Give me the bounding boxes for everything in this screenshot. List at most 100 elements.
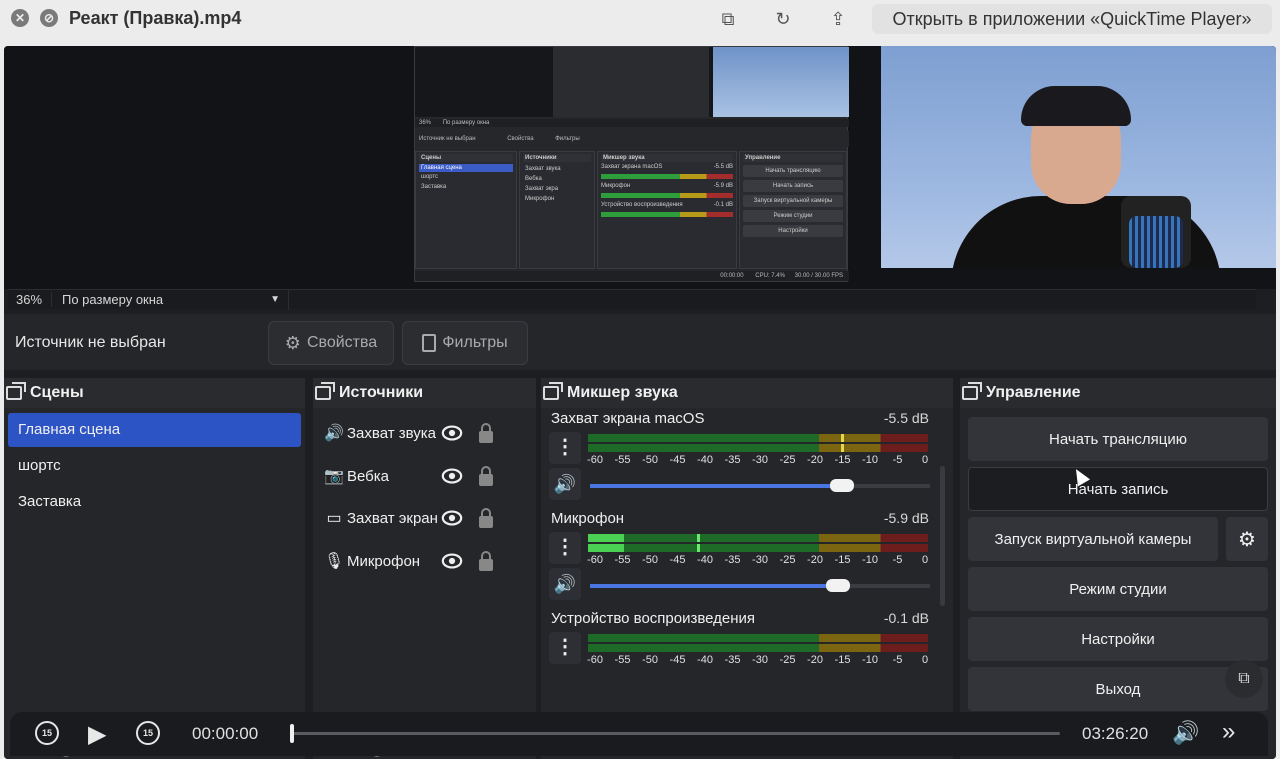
- progress-thumb[interactable]: [290, 724, 294, 743]
- tick-label: -30: [752, 554, 768, 566]
- volume-icon[interactable]: 🔊: [1172, 720, 1199, 746]
- eye-icon[interactable]: [441, 466, 463, 486]
- trim-icon[interactable]: ⧉: [714, 8, 742, 30]
- channel-menu-button[interactable]: ⋮: [549, 532, 581, 564]
- nested-mixer-name: Микрофон: [601, 183, 631, 189]
- channel-menu-button[interactable]: ⋮: [549, 432, 581, 464]
- nested-control-button: Настройки: [743, 225, 843, 237]
- lock-icon[interactable]: [478, 550, 494, 572]
- start-streaming-button[interactable]: Начать трансляцию: [968, 417, 1268, 461]
- nested-properties-button: Свойства: [507, 136, 534, 142]
- source-toolbar: Источник не выбран ⚙ Свойства Фильтры: [4, 314, 1276, 370]
- nested-source-item: Микрофон: [525, 196, 555, 202]
- nested-meter: [601, 174, 733, 179]
- zoom-bar: 36% По размеру окна ▼: [8, 289, 1256, 310]
- tick-label: -5: [892, 654, 903, 666]
- channel-menu-button[interactable]: ⋮: [549, 632, 581, 664]
- virtual-camera-settings-button[interactable]: ⚙: [1226, 517, 1268, 561]
- tick-label: -25: [779, 554, 796, 566]
- zoom-mode-select[interactable]: По размеру окна ▼: [52, 289, 289, 310]
- lock-icon[interactable]: [478, 507, 494, 529]
- skip-forward-icon[interactable]: 15: [136, 721, 160, 745]
- scenes-title: Сцены: [30, 384, 84, 401]
- meter-ticks: -60 -55 -50 -45 -40 -35 -30 -25 -20 -15 -10 -5 0: [585, 454, 935, 468]
- tick-label: -50: [642, 654, 658, 666]
- tick-label: 0: [921, 554, 929, 566]
- channel-db: -5.5 dB: [883, 410, 929, 426]
- nested-mixer-db: -5.5 dB: [713, 164, 733, 170]
- live-text-icon[interactable]: ⧉: [1225, 660, 1263, 698]
- meter-fill: [588, 534, 624, 542]
- source-item-webcam[interactable]: 📷 Вебка: [323, 461, 533, 491]
- nested-source-item: Захват звука: [525, 166, 561, 172]
- sources-header: Источники: [313, 378, 536, 408]
- properties-button[interactable]: ⚙ Свойства: [268, 321, 394, 365]
- progress-track[interactable]: [292, 732, 1060, 735]
- tick-label: 0: [921, 454, 929, 466]
- nested-source-item: Вебка: [525, 176, 542, 182]
- source-name: Микрофон: [347, 552, 421, 570]
- monitor-icon: ▭: [326, 510, 342, 527]
- slider-fill: [590, 584, 839, 588]
- tick-label: -60: [587, 554, 603, 566]
- speaker-icon: 🔊: [324, 425, 344, 442]
- lock-icon[interactable]: [478, 465, 494, 487]
- settings-button[interactable]: Настройки: [968, 617, 1268, 661]
- start-virtual-camera-button[interactable]: Запуск виртуальной камеры: [968, 517, 1218, 561]
- tick-label: -40: [697, 454, 713, 466]
- nested-control-button: Режим студии: [743, 210, 843, 222]
- scene-item-main[interactable]: Главная сцена: [8, 413, 301, 447]
- tick-label: -15: [834, 454, 851, 466]
- microphone-glow: [1129, 216, 1183, 268]
- nested-sources-header: Источники: [523, 154, 591, 162]
- volume-slider[interactable]: [590, 479, 930, 492]
- source-item-screen[interactable]: ▭ Захват экрана: [323, 503, 533, 533]
- nested-mixer-db: -5.9 dB: [713, 183, 733, 189]
- level-meter: [588, 644, 928, 652]
- no-entry-icon[interactable]: ⊘: [40, 9, 58, 27]
- share-icon[interactable]: ⇪: [827, 8, 849, 30]
- eye-icon[interactable]: [441, 423, 463, 443]
- speaker-icon[interactable]: 🔊: [549, 568, 581, 600]
- mixer-scrollbar[interactable]: [940, 466, 945, 606]
- source-name: Захват звука: [347, 424, 437, 442]
- close-icon[interactable]: ✕: [11, 9, 29, 27]
- source-item-audio[interactable]: 🔊 Захват звука: [323, 418, 533, 448]
- nested-scene-item: шортс: [421, 174, 439, 180]
- open-in-quicktime-button[interactable]: Открыть в приложении «QuickTime Player»: [872, 4, 1272, 34]
- nested-mixer-name: Захват экрана macOS: [601, 164, 663, 170]
- speaker-icon[interactable]: 🔊: [549, 468, 581, 500]
- camera-icon: 📷: [324, 468, 344, 485]
- slider-knob[interactable]: [829, 479, 854, 492]
- scene-item-intro[interactable]: Заставка: [8, 485, 301, 519]
- dock-window-icon: [6, 382, 26, 400]
- source-item-microphone[interactable]: 🎙 Микрофон: [323, 546, 533, 576]
- eye-icon[interactable]: [441, 551, 463, 571]
- slider-knob[interactable]: [826, 579, 851, 592]
- rotate-icon[interactable]: ↻: [772, 8, 794, 30]
- tick-label: -20: [807, 554, 823, 566]
- window-titlebar: ✕ ⊘ Реакт (Правка).mp4 ⧉ ↻ ⇪ Открыть в п…: [0, 0, 1280, 40]
- webcam-source: [881, 46, 1276, 268]
- scene-item-shorts[interactable]: шортс: [8, 449, 301, 483]
- gear-icon: ⚙: [284, 332, 301, 353]
- fast-forward-icon[interactable]: »: [1222, 718, 1235, 746]
- nested-status-fps: 30.00 / 30.00 FPS: [794, 273, 843, 279]
- controls-dock: Управление Начать трансляцию Начать запи…: [960, 378, 1276, 759]
- studio-mode-button[interactable]: Режим студии: [968, 567, 1268, 611]
- dock-window-icon: [962, 382, 982, 400]
- volume-slider[interactable]: [590, 579, 930, 592]
- video-frame: 36% По размеру окна Источник не выбран С…: [4, 46, 1276, 759]
- mixer-dock: Микшер звука Захват экрана macOS -5.5 dB…: [541, 378, 953, 759]
- tick-label: -25: [779, 454, 796, 466]
- eye-icon[interactable]: [441, 508, 463, 528]
- lock-icon[interactable]: [478, 422, 494, 444]
- play-icon[interactable]: ▶: [88, 720, 106, 749]
- start-recording-button[interactable]: Начать запись: [968, 467, 1268, 511]
- nested-scenes-header: Сцены: [419, 154, 513, 162]
- nested-meter: [601, 212, 733, 217]
- exit-button[interactable]: Выход: [968, 667, 1268, 711]
- channel-name: Захват экрана macOS: [551, 410, 705, 427]
- filters-button[interactable]: Фильтры: [402, 321, 528, 365]
- skip-back-icon[interactable]: 15: [35, 721, 59, 745]
